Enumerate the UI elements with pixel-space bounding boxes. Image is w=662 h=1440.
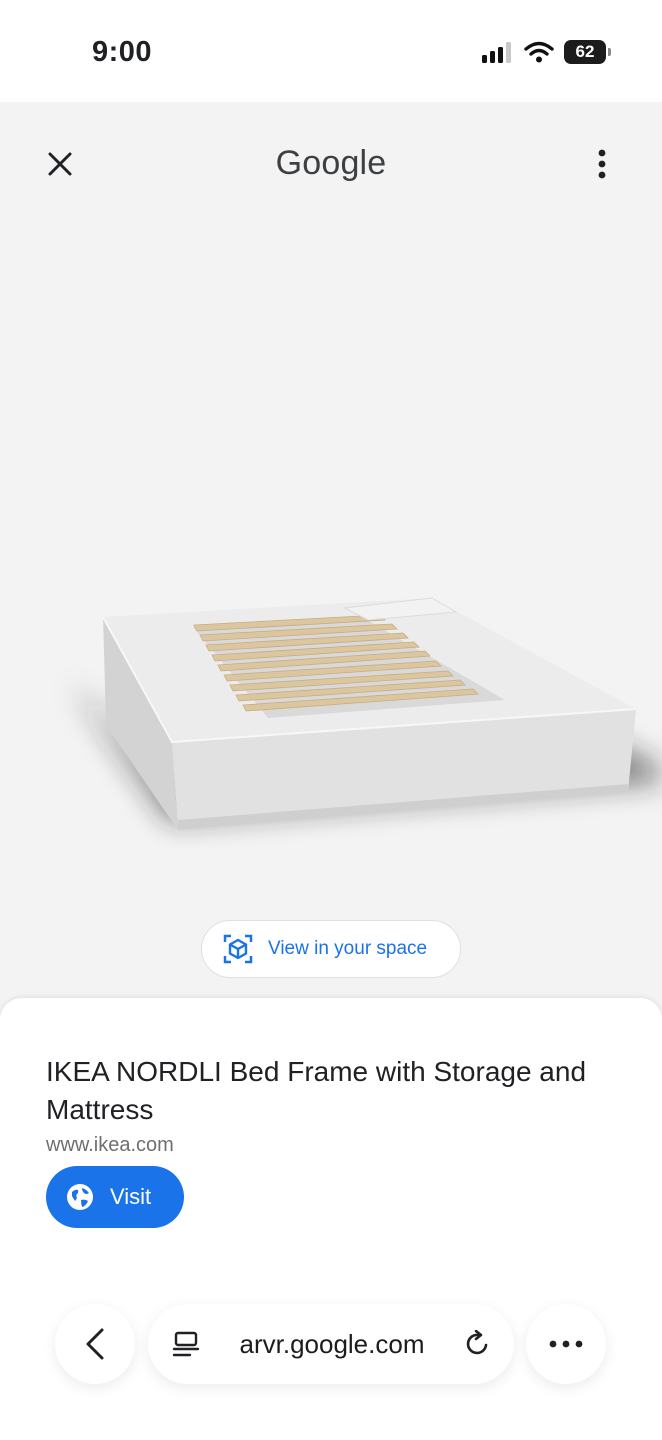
status-icons: 62	[482, 40, 611, 64]
address-bar: arvr.google.com	[148, 1304, 514, 1384]
status-bar: 9:00 62	[0, 0, 662, 102]
more-actions-button[interactable]	[526, 1304, 606, 1384]
more-horizontal-icon	[549, 1340, 583, 1348]
page-menu-icon	[172, 1331, 200, 1357]
more-options-button[interactable]	[586, 144, 618, 184]
ar-button-label: View in your space	[268, 938, 428, 959]
globe-icon	[67, 1184, 93, 1210]
reload-icon	[466, 1330, 488, 1355]
back-button[interactable]	[55, 1304, 135, 1384]
battery-level: 62	[575, 42, 595, 61]
visit-button-label: Visit	[110, 1184, 152, 1209]
url-text[interactable]: arvr.google.com	[200, 1329, 464, 1360]
chevron-left-icon	[86, 1328, 104, 1360]
wifi-icon	[524, 41, 554, 63]
browser-toolbar: arvr.google.com	[0, 1296, 662, 1392]
reload-button[interactable]	[464, 1330, 492, 1358]
battery-indicator: 62	[564, 40, 611, 64]
bed-frame-model	[70, 597, 662, 830]
kebab-menu-icon	[598, 149, 606, 179]
page-menu-button[interactable]	[172, 1330, 200, 1358]
ar-cube-icon	[223, 934, 253, 964]
3d-model-viewer[interactable]	[0, 222, 662, 912]
visit-button[interactable]: Visit	[46, 1166, 184, 1228]
view-in-your-space-button[interactable]: View in your space	[201, 920, 461, 978]
viewer-header: Google	[0, 102, 662, 222]
status-time: 9:00	[92, 36, 153, 68]
google-logo: Google	[275, 144, 387, 182]
product-title: IKEA NORDLI Bed Frame with Storage and M…	[46, 1056, 587, 1125]
signal-icon	[482, 42, 511, 63]
product-domain: www.ikea.com	[46, 1134, 174, 1156]
